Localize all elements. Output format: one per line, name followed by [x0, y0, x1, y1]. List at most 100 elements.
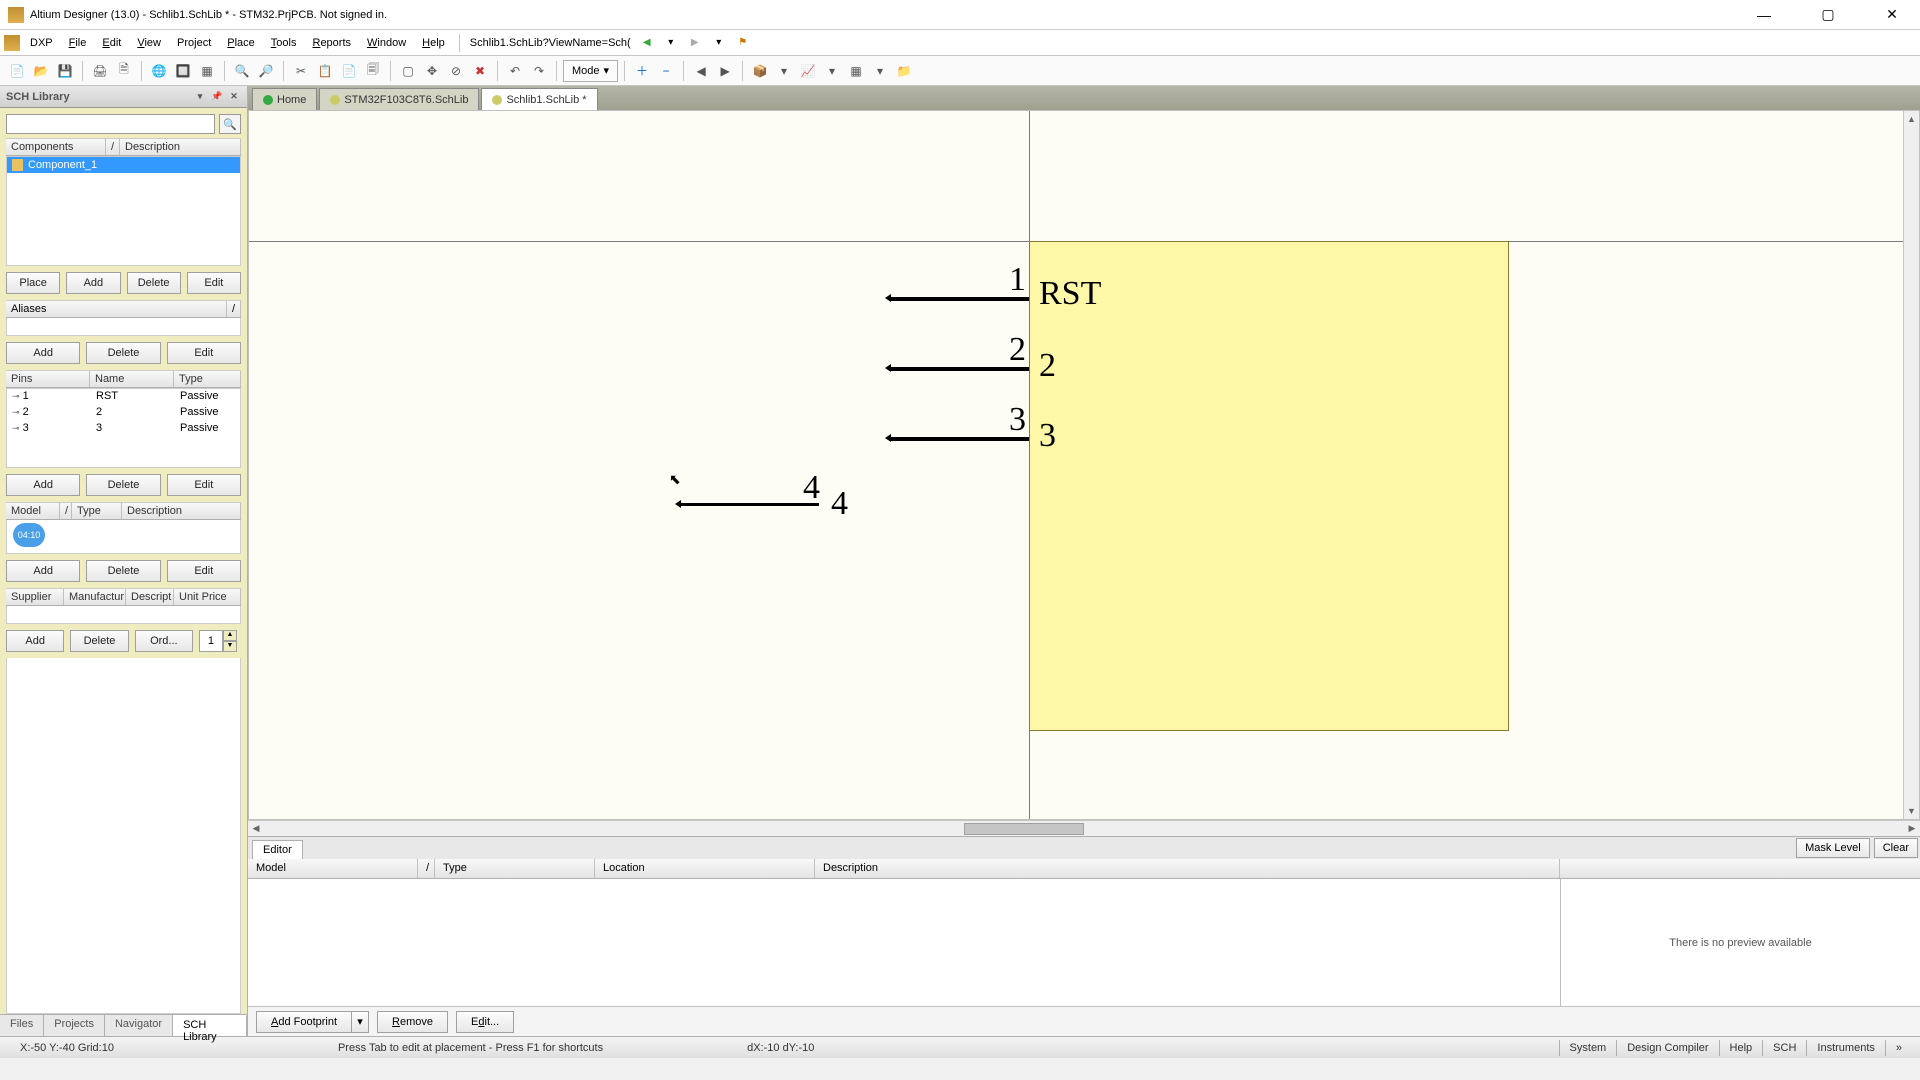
remove-part-icon[interactable]: −: [655, 60, 677, 82]
nav-back-drop[interactable]: ▾: [663, 35, 679, 51]
tab-schlib1[interactable]: Schlib1.SchLib *: [481, 88, 597, 110]
package-drop[interactable]: ▾: [773, 60, 795, 82]
pin-3-line[interactable]: [889, 437, 1029, 441]
col-unit-price[interactable]: Unit Price: [174, 589, 241, 605]
new-icon[interactable]: 📄: [6, 60, 28, 82]
pin-delete-button[interactable]: Delete: [86, 474, 160, 496]
supplier-delete-button[interactable]: Delete: [70, 630, 128, 652]
open-icon[interactable]: 📂: [30, 60, 52, 82]
status-design-compiler[interactable]: Design Compiler: [1616, 1040, 1718, 1056]
grid-drop[interactable]: ▾: [869, 60, 891, 82]
prev-icon[interactable]: ◀: [690, 60, 712, 82]
paste-icon[interactable]: 📄: [338, 60, 360, 82]
zoom-out-icon[interactable]: 🔍: [231, 60, 253, 82]
remove-footprint-button[interactable]: Remove: [377, 1011, 448, 1033]
panel-close-icon[interactable]: ✕: [227, 90, 241, 104]
col-model-type[interactable]: Type: [72, 503, 122, 519]
qty-down[interactable]: ▼: [223, 641, 237, 652]
package-icon[interactable]: 📦: [749, 60, 771, 82]
col-pin-name[interactable]: Name: [90, 371, 174, 387]
status-more[interactable]: »: [1885, 1040, 1912, 1056]
add-part-icon[interactable]: ＋: [631, 60, 653, 82]
tab-navigator[interactable]: Navigator: [105, 1015, 173, 1036]
add-button[interactable]: Add: [66, 272, 120, 294]
col-supplier[interactable]: Supplier: [6, 589, 64, 605]
alias-delete-button[interactable]: Delete: [86, 342, 160, 364]
editor-tab[interactable]: Editor: [252, 840, 303, 859]
col-description[interactable]: Description: [120, 139, 241, 155]
vertical-scrollbar[interactable]: ▲ ▼: [1903, 111, 1919, 819]
next-icon[interactable]: ▶: [714, 60, 736, 82]
pin-4-floating-line[interactable]: [679, 503, 819, 506]
place-button[interactable]: Place: [6, 272, 60, 294]
clear-button[interactable]: Clear: [1874, 838, 1918, 858]
aliases-header[interactable]: Aliases: [6, 301, 227, 317]
close-button[interactable]: ✕: [1872, 0, 1912, 30]
print-preview-icon[interactable]: 🗎: [113, 60, 135, 82]
supplier-order-button[interactable]: Ord...: [135, 630, 193, 652]
pin-2-line[interactable]: [889, 367, 1029, 371]
menu-place[interactable]: Place: [219, 34, 263, 52]
menu-tools[interactable]: Tools: [263, 34, 305, 52]
tab-stm32[interactable]: STM32F103C8T6.SchLib: [319, 88, 479, 110]
add-footprint-button[interactable]: Add Footprint: [256, 1011, 351, 1033]
panel-pin-icon[interactable]: 📌: [210, 90, 224, 104]
cut-icon[interactable]: ✂: [290, 60, 312, 82]
nav-fwd-icon[interactable]: ▶: [687, 35, 703, 51]
alias-edit-button[interactable]: Edit: [167, 342, 241, 364]
clear-icon[interactable]: ✖: [469, 60, 491, 82]
col-model-sort[interactable]: /: [60, 503, 72, 519]
tab-files[interactable]: Files: [0, 1015, 44, 1036]
menu-project[interactable]: Project: [169, 34, 219, 52]
order-qty-input[interactable]: [199, 630, 223, 652]
duplicate-icon[interactable]: 🗐: [362, 60, 384, 82]
menu-edit[interactable]: Edit: [94, 34, 129, 52]
horizontal-scrollbar[interactable]: ◀ ▶: [248, 820, 1920, 836]
deselect-icon[interactable]: ⊘: [445, 60, 467, 82]
status-instruments[interactable]: Instruments: [1806, 1040, 1884, 1056]
menu-reports[interactable]: Reports: [304, 34, 359, 52]
pin-row[interactable]: ⊸ 2 2 Passive: [7, 405, 240, 421]
component-body[interactable]: [1029, 241, 1509, 731]
dxp-icon[interactable]: [4, 35, 20, 51]
pin-row[interactable]: ⊸ 3 3 Passive: [7, 421, 240, 437]
pin-add-button[interactable]: Add: [6, 474, 80, 496]
nav-home-icon[interactable]: ⚑: [735, 35, 751, 51]
mask-level-button[interactable]: Mask Level: [1796, 838, 1870, 858]
model-delete-button[interactable]: Delete: [86, 560, 160, 582]
edit-footprint-button[interactable]: Edit...: [456, 1011, 514, 1033]
component-row[interactable]: Component_1: [7, 157, 240, 173]
hscroll-thumb[interactable]: [964, 823, 1084, 835]
minimize-button[interactable]: —: [1744, 0, 1784, 30]
col-pins[interactable]: Pins: [6, 371, 90, 387]
save-icon[interactable]: 💾: [54, 60, 76, 82]
col-ed-description[interactable]: Description: [815, 859, 1560, 878]
mode-button[interactable]: Mode ▾: [563, 60, 618, 82]
grid-icon[interactable]: ▦: [845, 60, 867, 82]
tab-home[interactable]: Home: [252, 88, 317, 110]
schematic-canvas[interactable]: 1 RST 2 2 3 3 4 4 ⬉ ▲ ▼: [248, 110, 1920, 820]
model-add-button[interactable]: Add: [6, 560, 80, 582]
menu-file[interactable]: File: [61, 34, 95, 52]
delete-button[interactable]: Delete: [127, 272, 181, 294]
col-ed-location[interactable]: Location: [595, 859, 815, 878]
redo-icon[interactable]: ↷: [528, 60, 550, 82]
edit-button[interactable]: Edit: [187, 272, 241, 294]
col-ed-sort[interactable]: /: [418, 859, 435, 878]
search-button[interactable]: 🔍: [219, 114, 241, 134]
status-system[interactable]: System: [1559, 1040, 1617, 1056]
print-icon[interactable]: 🖨: [89, 60, 111, 82]
component-filter-input[interactable]: [6, 114, 215, 134]
tab-projects[interactable]: Projects: [44, 1015, 105, 1036]
menu-dxp[interactable]: DXP: [22, 34, 61, 52]
status-sch[interactable]: SCH: [1762, 1040, 1806, 1056]
tab-sch-library[interactable]: SCH Library: [173, 1015, 247, 1036]
col-manufacturer[interactable]: Manufactur: [64, 589, 126, 605]
nav-fwd-drop[interactable]: ▾: [711, 35, 727, 51]
menu-window[interactable]: Window: [359, 34, 414, 52]
nav-back-icon[interactable]: ◀: [639, 35, 655, 51]
zoom-select-icon[interactable]: ▦: [196, 60, 218, 82]
chart-icon[interactable]: 📈: [797, 60, 819, 82]
alias-add-button[interactable]: Add: [6, 342, 80, 364]
copy-icon[interactable]: 📋: [314, 60, 336, 82]
